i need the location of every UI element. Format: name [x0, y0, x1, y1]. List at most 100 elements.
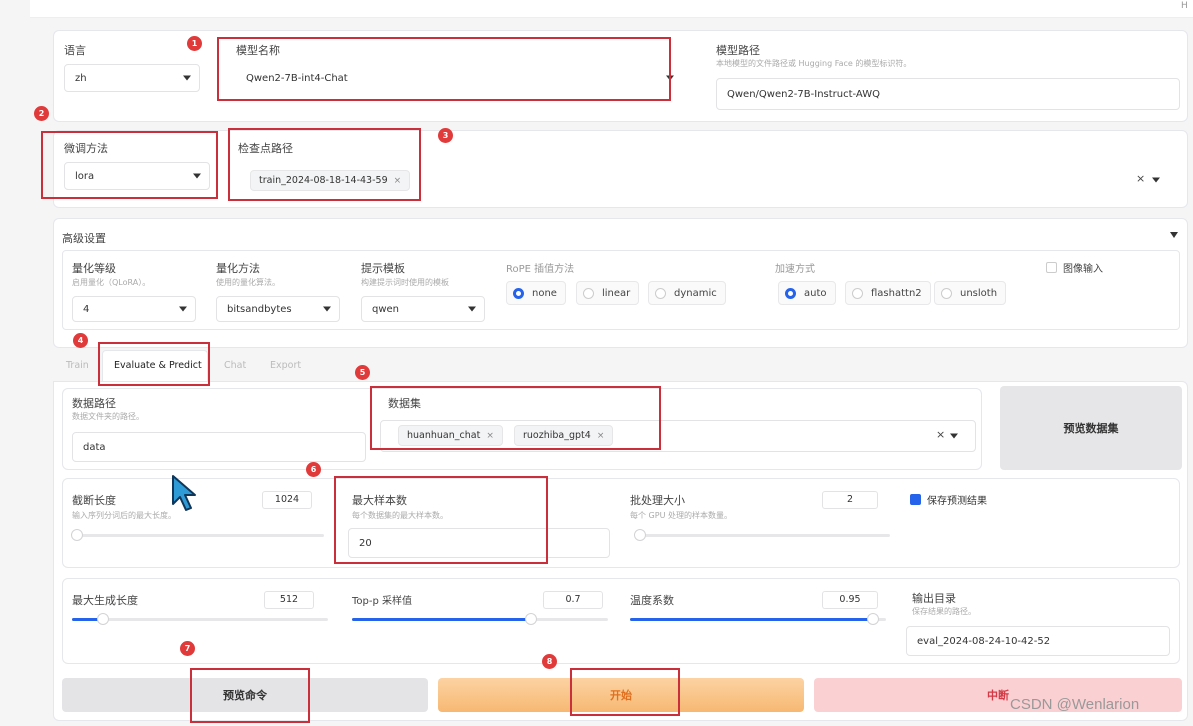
rope-option-label: none: [532, 287, 557, 299]
watermark: CSDN @Wenlarion: [1010, 696, 1140, 713]
booster-option-flashattn2[interactable]: flashattn2: [845, 281, 931, 305]
collapse-triangle-icon[interactable]: [1170, 232, 1178, 238]
finetune-method-value: lora: [75, 170, 95, 182]
batch-size-label: 批处理大小: [630, 494, 685, 507]
quant-bit-label: 量化等级: [72, 262, 116, 275]
temperature-slider[interactable]: [630, 613, 886, 625]
model-name-label: 模型名称: [236, 44, 280, 57]
rope-option-linear[interactable]: linear: [576, 281, 640, 305]
preview-dataset-button[interactable]: 预览数据集: [1000, 386, 1182, 470]
cutoff-hint: 输入序列分词后的最大长度。: [72, 511, 176, 520]
data-dir-input[interactable]: data: [72, 432, 366, 462]
lang-select[interactable]: zh: [64, 64, 200, 92]
remove-tag-icon[interactable]: ×: [486, 431, 494, 441]
quant-method-value: bitsandbytes: [227, 303, 292, 315]
top-p-slider[interactable]: [352, 613, 608, 625]
output-dir-value: eval_2024-08-24-10-42-52: [917, 635, 1051, 647]
radio-dot: [941, 287, 952, 299]
quant-bit-hint: 启用量化（QLoRA）。: [72, 278, 151, 287]
booster-option-auto[interactable]: auto: [778, 281, 836, 305]
output-dir-input[interactable]: eval_2024-08-24-10-42-52: [906, 626, 1170, 656]
model-name-select[interactable]: Qwen2-7B-int4-Chat: [236, 64, 682, 92]
dataset-tag[interactable]: ruozhiba_gpt4 ×: [514, 425, 614, 446]
mouse-cursor-icon: [172, 475, 196, 511]
temperature-label: 温度系数: [630, 594, 674, 607]
dataset-clear-icon[interactable]: ×: [936, 428, 945, 441]
advanced-title[interactable]: 高级设置: [62, 230, 106, 246]
rope-label: RoPE 插值方法: [506, 264, 575, 275]
checkpoint-tag-label: train_2024-08-18-14-43-59: [259, 175, 388, 186]
chevron-down-icon: [468, 306, 476, 312]
slider-fill: [352, 618, 532, 621]
booster-option-label: auto: [804, 287, 827, 299]
max-new-tokens-number[interactable]: 512: [264, 591, 314, 609]
cutoff-label: 截断长度: [72, 494, 116, 507]
checkbox-box: [1046, 262, 1057, 273]
lang-value: zh: [75, 72, 87, 84]
chevron-down-icon: [323, 306, 331, 312]
remove-tag-icon[interactable]: ×: [597, 431, 605, 441]
tab-chat[interactable]: Chat: [224, 360, 246, 371]
radio-dot: [852, 287, 863, 299]
model-path-label: 模型路径: [716, 44, 760, 57]
chevron-down-icon: [183, 75, 191, 81]
output-dir-hint: 保存结果的路径。: [912, 607, 976, 616]
checkpoint-clear-icon[interactable]: ×: [1136, 172, 1145, 185]
model-path-input[interactable]: Qwen/Qwen2-7B-Instruct-AWQ: [716, 78, 1180, 110]
lang-label: 语言: [64, 44, 86, 57]
batch-size-slider[interactable]: [634, 529, 890, 541]
step-badge: 3: [438, 128, 453, 143]
max-samples-input[interactable]: 20: [348, 528, 610, 558]
dataset-tag-label: huanhuan_chat: [407, 430, 481, 441]
step-badge: 2: [34, 106, 49, 121]
slider-fill: [630, 618, 874, 621]
tab-export[interactable]: Export: [270, 360, 301, 371]
checkpoint-tag[interactable]: train_2024-08-18-14-43-59 ×: [250, 170, 411, 191]
rope-option-dynamic[interactable]: dynamic: [648, 281, 726, 305]
output-dir-label: 输出目录: [912, 592, 956, 605]
quant-method-hint: 使用的量化算法。: [216, 278, 280, 287]
dataset-label: 数据集: [388, 397, 421, 410]
finetune-method-select[interactable]: lora: [64, 162, 210, 190]
chevron-down-icon[interactable]: [1152, 177, 1160, 183]
image-input-label: 图像输入: [1063, 264, 1103, 275]
template-select[interactable]: qwen: [361, 296, 485, 322]
cutoff-slider[interactable]: [70, 529, 324, 541]
chevron-down-icon[interactable]: [950, 433, 958, 439]
tab-evaluate-label: Evaluate & Predict: [114, 360, 202, 371]
quant-bit-select[interactable]: 4: [72, 296, 196, 322]
batch-size-number[interactable]: 2: [822, 491, 878, 509]
booster-option-label: unsloth: [960, 287, 998, 299]
predict-checkbox[interactable]: 保存预测结果: [910, 492, 987, 507]
quant-method-select[interactable]: bitsandbytes: [216, 296, 340, 322]
max-new-tokens-label: 最大生成长度: [72, 594, 138, 607]
data-dir-hint: 数据文件夹的路径。: [72, 412, 144, 421]
radio-dot: [583, 287, 594, 299]
max-new-tokens-slider[interactable]: [72, 613, 328, 625]
cutoff-number[interactable]: 1024: [262, 491, 312, 509]
data-dir-value: data: [83, 441, 106, 453]
slider-thumb[interactable]: [634, 529, 646, 541]
checkpoint-label: 检查点路径: [238, 142, 293, 155]
slider-thumb[interactable]: [70, 529, 83, 541]
dataset-tag[interactable]: huanhuan_chat ×: [398, 425, 503, 446]
temperature-number[interactable]: 0.95: [822, 591, 878, 609]
image-input-checkbox[interactable]: 图像输入: [1046, 260, 1103, 275]
template-hint: 构建提示词时使用的模板: [361, 278, 449, 287]
quant-bit-value: 4: [83, 303, 90, 315]
max-samples-value: 20: [359, 537, 372, 549]
max-samples-label: 最大样本数: [352, 494, 407, 507]
preview-command-button[interactable]: 预览命令: [62, 678, 428, 712]
rope-option-none[interactable]: none: [506, 281, 566, 305]
radio-dot: [785, 287, 796, 299]
booster-option-unsloth[interactable]: unsloth: [934, 281, 1007, 305]
slider-thumb[interactable]: [96, 613, 109, 625]
model-path-hint: 本地模型的文件路径或 Hugging Face 的模型标识符。: [716, 59, 912, 68]
start-button[interactable]: 开始: [438, 678, 804, 712]
remove-tag-icon[interactable]: ×: [394, 176, 402, 186]
rope-option-label: linear: [602, 287, 631, 299]
step-badge: 6: [306, 462, 321, 477]
step-badge: 7: [180, 641, 195, 656]
top-p-number[interactable]: 0.7: [543, 591, 603, 609]
tab-train[interactable]: Train: [66, 360, 89, 371]
